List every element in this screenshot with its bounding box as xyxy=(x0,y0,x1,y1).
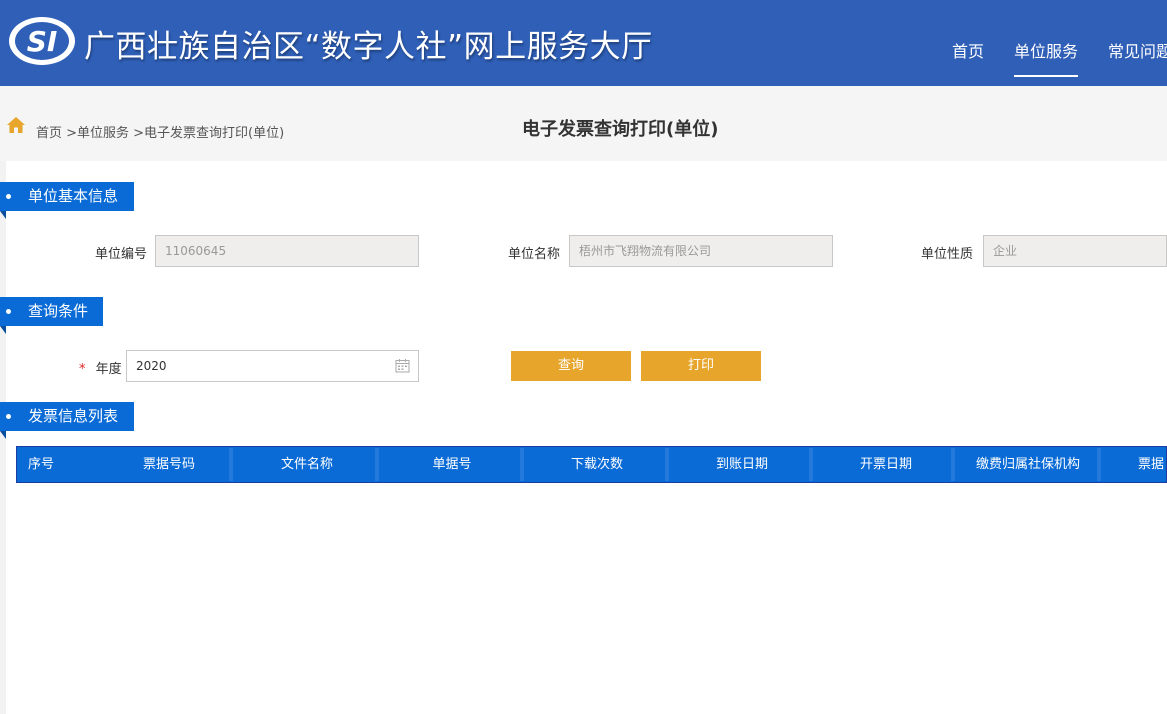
query-button[interactable]: 查询 xyxy=(511,351,631,381)
col-issue-date[interactable]: 开票日期 xyxy=(813,447,959,482)
invoice-table-header: 序号 票据号码 文件名称 单据号 下载次数 到账日期 开票日期 缴费归属社保机构… xyxy=(16,446,1167,483)
unit-type-field: 企业 xyxy=(983,235,1167,267)
print-button[interactable]: 打印 xyxy=(641,351,761,381)
unit-name-field: 梧州市飞翔物流有限公司 xyxy=(569,235,833,267)
breadcrumb-bar: 首页 >单位服务 >电子发票查询打印(单位) 电子发票查询打印(单位) xyxy=(0,86,1167,161)
nav-faq[interactable]: 常见问题 xyxy=(1108,38,1167,62)
breadcrumb[interactable]: 首页 >单位服务 >电子发票查询打印(单位) xyxy=(36,122,284,141)
section-basic-info: 单位基本信息 xyxy=(0,182,134,211)
col-invoice-no[interactable]: 票据号码 xyxy=(107,447,231,482)
col-download-count[interactable]: 下载次数 xyxy=(524,447,670,482)
unit-name-label: 单位名称 xyxy=(508,247,561,262)
svg-text:SI: SI xyxy=(27,25,58,58)
social-insurance-logo[interactable]: SI xyxy=(7,15,77,67)
nav-unit-services[interactable]: 单位服务 xyxy=(1014,38,1078,62)
site-title: 广西壮族自治区“数字人社”网上服务大厅 xyxy=(84,29,653,65)
year-label: 年度 xyxy=(95,362,122,377)
page-title: 电子发票查询打印(单位) xyxy=(522,119,719,140)
top-header: SI 广西壮族自治区“数字人社”网上服务大厅 首页 单位服务 常见问题 xyxy=(0,0,1167,86)
col-insurance-agency[interactable]: 缴费归属社保机构 xyxy=(955,447,1101,482)
calendar-icon[interactable] xyxy=(395,358,410,373)
col-document-no[interactable]: 单据号 xyxy=(379,447,525,482)
required-mark: * xyxy=(79,362,86,377)
nav-home[interactable]: 首页 xyxy=(952,38,984,62)
home-icon[interactable] xyxy=(6,115,26,135)
section-query: 查询条件 xyxy=(0,297,103,326)
unit-no-field: 11060645 xyxy=(155,235,419,267)
unit-type-label: 单位性质 xyxy=(921,247,974,262)
col-file-name[interactable]: 文件名称 xyxy=(235,447,379,482)
year-input[interactable]: 2020 xyxy=(126,350,419,382)
col-separator xyxy=(229,448,233,481)
nav-active-indicator xyxy=(1014,75,1078,77)
col-arrival-date[interactable]: 到账日期 xyxy=(669,447,815,482)
year-label-wrapper: * 年度 xyxy=(79,358,122,377)
section-tail xyxy=(0,326,6,334)
section-invoice-list: 发票信息列表 xyxy=(0,402,134,431)
unit-no-label: 单位编号 xyxy=(95,247,148,262)
section-tail xyxy=(0,211,6,219)
section-tail xyxy=(0,431,6,439)
col-index[interactable]: 序号 xyxy=(17,447,65,482)
col-invoice[interactable]: 票据 xyxy=(1101,447,1167,482)
